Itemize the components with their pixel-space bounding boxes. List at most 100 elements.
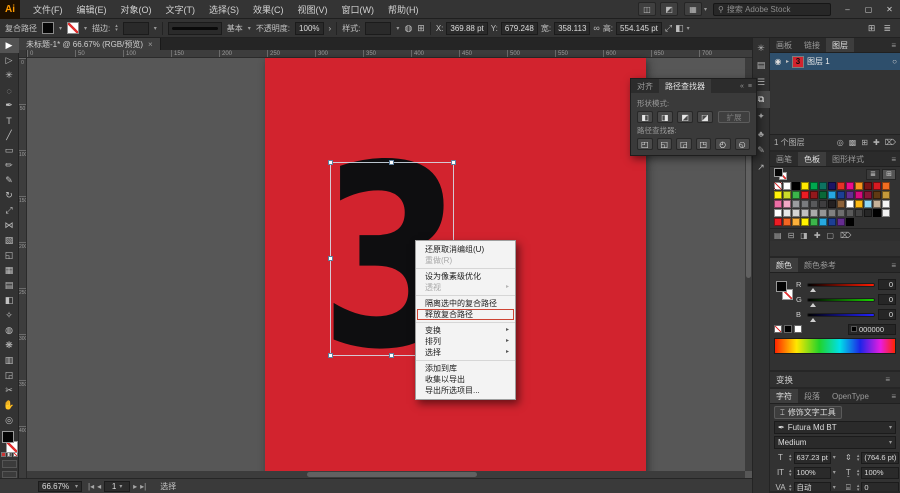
field-value[interactable]: 0: [861, 481, 900, 491]
collapse-panel-icon[interactable]: «: [740, 83, 744, 90]
eyedropper-tool[interactable]: ✧: [0, 308, 19, 323]
touch-type-tool-button[interactable]: ⌶ 修饰文字工具: [774, 406, 842, 419]
panel-tab[interactable]: 画板: [770, 38, 798, 52]
color-swatch[interactable]: [801, 191, 809, 199]
menu-item[interactable]: 文件(F): [26, 0, 70, 18]
context-menu-item[interactable]: 排列 ▸: [416, 336, 515, 347]
panel-menu-icon[interactable]: ≡: [887, 152, 900, 166]
fill-stroke-indicator[interactable]: [0, 430, 19, 453]
line-segment-tool[interactable]: ╱: [0, 128, 19, 143]
pen-tool[interactable]: ✒: [0, 98, 19, 113]
menu-item[interactable]: 窗口(W): [335, 0, 382, 18]
color-swatch[interactable]: [774, 218, 782, 226]
workspace-switcher[interactable]: ▦: [683, 2, 707, 16]
color-swatch[interactable]: [801, 182, 809, 190]
chevron-down-icon[interactable]: ▾: [833, 469, 836, 476]
y-field[interactable]: 679.248: [500, 21, 538, 35]
color-swatch[interactable]: [792, 182, 800, 190]
align-icon[interactable]: ◧: [675, 23, 684, 34]
color-swatch[interactable]: [864, 200, 872, 208]
color-swatch[interactable]: [882, 200, 890, 208]
panel-menu-icon[interactable]: ≡: [881, 375, 894, 384]
horizontal-scale-field[interactable]: IT ▴ ▾ 100% ▾: [774, 466, 836, 479]
chevron-down-icon[interactable]: ▾: [59, 25, 62, 32]
color-swatch[interactable]: [828, 209, 836, 217]
pencil-tool[interactable]: ✎: [0, 173, 19, 188]
merge-button[interactable]: ◲: [676, 138, 692, 150]
expand-button[interactable]: 扩展: [718, 111, 750, 123]
field-value[interactable]: 637.23 pt: [793, 451, 831, 464]
crop-button[interactable]: ◳: [695, 138, 711, 150]
color-swatch[interactable]: [819, 191, 827, 199]
color-swatch[interactable]: [837, 200, 845, 208]
context-menu-item[interactable]: 变换 ▸: [416, 325, 515, 336]
swatch-libraries-icon[interactable]: ▤: [774, 231, 782, 240]
lasso-tool[interactable]: ◌: [0, 83, 19, 98]
panel-menu-icon[interactable]: ≡: [748, 83, 752, 90]
scrollbar-thumb[interactable]: [307, 472, 477, 477]
slider-track[interactable]: [807, 312, 875, 322]
style-select[interactable]: [365, 21, 392, 35]
preferences-grid-icon[interactable]: ⊞: [417, 23, 425, 34]
opacity-field[interactable]: 100%: [295, 21, 324, 35]
chevron-down-icon[interactable]: ▾: [833, 454, 836, 461]
first-artboard-button[interactable]: |◂: [88, 482, 94, 491]
context-menu-item[interactable]: 透视 ▸: [416, 282, 515, 293]
field-stepper[interactable]: ▴ ▾: [857, 468, 860, 477]
color-swatch[interactable]: [819, 182, 827, 190]
dock-panel-icon[interactable]: ✳: [752, 40, 770, 57]
color-swatch[interactable]: [801, 218, 809, 226]
panel-menu-icon[interactable]: ≡: [887, 38, 900, 52]
opacity-more[interactable]: ›: [329, 24, 332, 33]
artboard-tool[interactable]: ◲: [0, 368, 19, 383]
transform-icon[interactable]: ⤢: [665, 23, 672, 34]
scrollbar-thumb[interactable]: [746, 148, 751, 278]
context-menu-item[interactable]: 还原取消编组(U): [416, 244, 515, 255]
list-view-icon[interactable]: ≣: [883, 23, 891, 34]
x-field[interactable]: 369.88 pt: [446, 21, 488, 35]
minus-back-button[interactable]: ◵: [734, 138, 750, 150]
color-swatch[interactable]: [810, 182, 818, 190]
document-tab[interactable]: 未标题-1* @ 66.67% (RGB/预览) ×: [19, 38, 161, 50]
width-field[interactable]: 358.113: [554, 21, 591, 35]
slice-tool[interactable]: ✂: [0, 383, 19, 398]
color-swatch[interactable]: [864, 191, 872, 199]
layer-row[interactable]: ◉ ▸ 3 图层 1 ○: [770, 53, 900, 70]
horizontal-scrollbar[interactable]: [27, 471, 745, 478]
color-swatch[interactable]: [810, 191, 818, 199]
color-swatch[interactable]: [774, 191, 782, 199]
kerning-field[interactable]: VA ▴ ▾ 自动 ▾: [774, 481, 836, 491]
color-swatch[interactable]: [882, 209, 890, 217]
selection-tool[interactable]: ▶: [0, 38, 19, 53]
color-swatch[interactable]: [828, 200, 836, 208]
shape-builder-tool[interactable]: ◱: [0, 248, 19, 263]
color-swatch[interactable]: [801, 209, 809, 217]
color-swatch[interactable]: [873, 209, 881, 217]
panel-tab[interactable]: 颜色参考: [798, 258, 842, 272]
black-swatch[interactable]: [784, 325, 792, 333]
field-value[interactable]: 100%: [793, 466, 831, 479]
exclude-button[interactable]: ◪: [697, 111, 713, 123]
color-swatch[interactable]: [783, 182, 791, 190]
gradient-tool[interactable]: ◧: [0, 293, 19, 308]
color-swatch[interactable]: [855, 209, 863, 217]
color-swatch[interactable]: [819, 218, 827, 226]
slider-thumb[interactable]: [810, 317, 816, 322]
link-dimensions-icon[interactable]: ∞: [593, 23, 599, 33]
color-swatch[interactable]: [846, 200, 854, 208]
visibility-eye-icon[interactable]: ◉: [773, 57, 783, 66]
white-swatch[interactable]: [794, 325, 802, 333]
type-tool[interactable]: T: [0, 113, 19, 128]
close-button[interactable]: ✕: [879, 0, 900, 18]
color-swatch[interactable]: [873, 200, 881, 208]
minimize-button[interactable]: –: [837, 0, 858, 18]
color-swatch[interactable]: [810, 218, 818, 226]
width-tool[interactable]: ⋈: [0, 218, 19, 233]
context-menu-item[interactable]: 收集以导出: [416, 374, 515, 385]
color-swatch[interactable]: [846, 209, 854, 217]
fill-stroke-indicator[interactable]: [774, 277, 796, 311]
brush-definition-select[interactable]: [167, 21, 222, 35]
chevron-down-icon[interactable]: ▾: [248, 25, 251, 32]
field-value[interactable]: 100%: [861, 466, 900, 479]
color-swatch[interactable]: [855, 200, 863, 208]
